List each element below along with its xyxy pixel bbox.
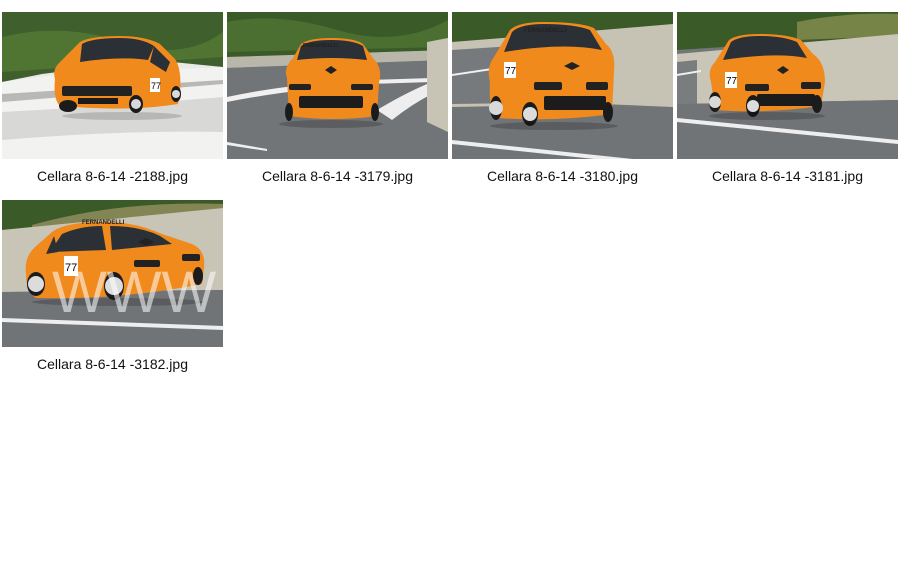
thumbnail-item: 77 Cellara 8-6-14 -2188.jpg (2, 12, 223, 184)
thumbnail-image-link[interactable]: 77 (677, 12, 898, 159)
thumbnail-image-link[interactable]: FERNANDELLI (227, 12, 448, 159)
race-car-photo: FERNANDELLI 77 (452, 12, 673, 159)
thumbnail-caption[interactable]: Cellara 8-6-14 -3182.jpg (2, 356, 223, 372)
race-car-photo: 77 (2, 12, 223, 159)
thumbnail-item: FERNANDELLI Cellara 8-6-14 -3179.jpg (227, 12, 448, 184)
sponsor-decal: FERNANDELLI (303, 43, 339, 49)
sponsor-decal: FERNANDELLI (82, 220, 125, 226)
race-car-photo: 77 (677, 12, 898, 159)
thumbnail-image-link[interactable]: FERNANDELLI 77 WWW (2, 200, 223, 347)
thumbnail-item: FERNANDELLI 77 Cellara 8-6-14 -3180.jpg (452, 12, 673, 184)
watermark-text: WWW (52, 260, 216, 325)
race-number: 77 (726, 76, 738, 87)
race-car-photo: FERNANDELLI (227, 12, 448, 159)
photo-gallery: 77 Cellara 8-6-14 -2188.jpg FERNANDELLI … (0, 0, 900, 566)
sponsor-decal: FERNANDELLI (524, 28, 567, 34)
thumbnail-image-link[interactable]: 77 (2, 12, 223, 159)
thumbnail-caption[interactable]: Cellara 8-6-14 -2188.jpg (2, 168, 223, 184)
race-car-photo: FERNANDELLI 77 WWW (2, 200, 223, 347)
thumbnail-item: FERNANDELLI 77 WWW Cellara 8-6-14 -3182.… (2, 200, 223, 372)
thumbnail-caption[interactable]: Cellara 8-6-14 -3180.jpg (452, 168, 673, 184)
thumbnail-item: 77 Cellara 8-6-14 -3181.jpg (677, 12, 898, 184)
thumbnail-image-link[interactable]: FERNANDELLI 77 (452, 12, 673, 159)
thumbnail-caption[interactable]: Cellara 8-6-14 -3181.jpg (677, 168, 898, 184)
thumbnail-caption[interactable]: Cellara 8-6-14 -3179.jpg (227, 168, 448, 184)
svg-text:77: 77 (151, 81, 161, 91)
race-number: 77 (505, 66, 517, 77)
